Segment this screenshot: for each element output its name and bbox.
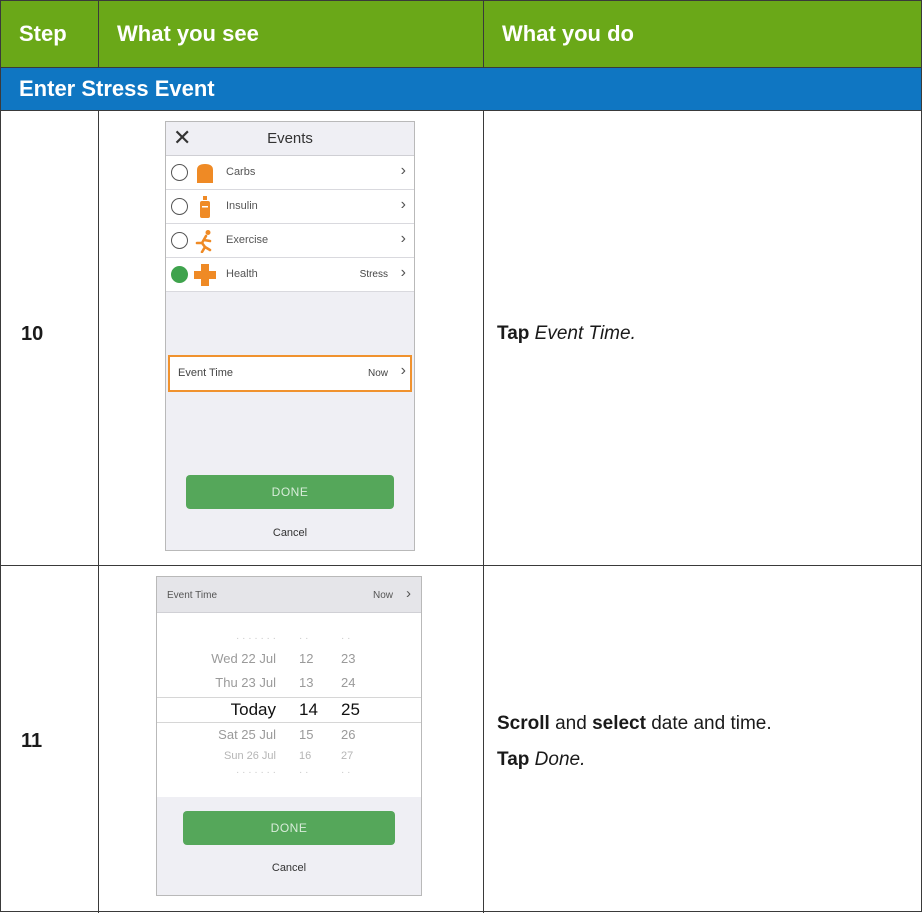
column-divider <box>483 111 484 565</box>
picker-date: Wed 22 Jul <box>211 651 276 666</box>
done-button[interactable]: DONE <box>183 811 395 845</box>
instruction-line-2: Tap Done. <box>497 742 772 778</box>
event-row-insulin[interactable]: Insulin › <box>166 190 414 224</box>
chevron-right-icon: › <box>400 196 406 213</box>
done-button[interactable]: DONE <box>186 475 394 509</box>
section-title: Enter Stress Event <box>1 67 921 111</box>
step-instruction: Scroll and select date and time. Tap Don… <box>497 706 772 778</box>
event-time-label: Event Time <box>167 590 218 601</box>
picker-date: Today <box>230 700 276 719</box>
radio-button-selected[interactable] <box>171 266 188 283</box>
picker-row-selected[interactable]: Today 14 25 <box>157 697 421 723</box>
insulin-icon <box>200 196 210 218</box>
picker-minute: 24 <box>341 675 356 690</box>
picker-row[interactable]: Sat 25 Jul 15 26 <box>157 727 421 749</box>
chevron-right-icon: › <box>406 585 411 602</box>
instruction-verb: Tap <box>497 323 530 344</box>
instruction-table: Step What you see What you do Enter Stre… <box>0 0 922 913</box>
event-label: Exercise <box>226 234 269 246</box>
step-number: 11 <box>21 730 43 752</box>
table-header: Step What you see What you do <box>1 1 921 67</box>
picker-date: Sat 25 Jul <box>218 727 276 742</box>
event-label: Insulin <box>226 200 258 212</box>
instruction-verb: Scroll <box>497 713 550 734</box>
event-row-carbs[interactable]: Carbs › <box>166 156 414 190</box>
event-time-value: Now <box>372 590 393 601</box>
header-what-you-do: What you do <box>483 1 921 67</box>
instruction-line-1: Scroll and select date and time. <box>497 706 772 742</box>
chevron-right-icon: › <box>400 362 406 379</box>
event-label: Health <box>226 268 258 280</box>
column-divider <box>98 566 99 913</box>
event-label: Carbs <box>226 166 256 178</box>
screen-title: Events <box>267 130 313 147</box>
date-time-picker[interactable]: · · · · · · · · · · · Wed 22 Jul 12 23 T… <box>157 613 421 797</box>
picker-minute: 23 <box>341 651 356 666</box>
event-time-value: Now <box>367 368 388 379</box>
header-what-you-see: What you see <box>98 1 483 67</box>
radio-button[interactable] <box>171 232 188 249</box>
event-time-screen: Event Time Now › · · · · · · · · · · · W… <box>156 576 422 896</box>
chevron-right-icon: › <box>400 162 406 179</box>
cancel-button[interactable]: Cancel <box>157 862 421 874</box>
picker-hour: 16 <box>299 750 312 762</box>
chevron-right-icon: › <box>400 264 406 281</box>
picker-minute: 26 <box>341 727 356 742</box>
picker-row[interactable]: Wed 22 Jul 12 23 <box>157 651 421 673</box>
picker-minute: 27 <box>341 750 354 762</box>
event-row-health[interactable]: Health Stress › <box>166 258 414 292</box>
events-screen: ✕ Events Carbs › Insulin › Exercise › He… <box>165 121 415 551</box>
instruction-verb: select <box>592 713 646 734</box>
health-icon <box>194 264 216 286</box>
column-divider <box>98 111 99 565</box>
event-row-exercise[interactable]: Exercise › <box>166 224 414 258</box>
picker-hour: 15 <box>299 727 314 742</box>
picker-date: Thu 23 Jul <box>215 675 276 690</box>
picker-date: Sun 26 Jul <box>224 750 276 762</box>
instruction-target: Done. <box>534 749 586 770</box>
step-instruction: Tap Event Time. <box>497 316 636 352</box>
event-time-label: Event Time <box>178 367 234 379</box>
events-title-bar: ✕ Events <box>166 122 414 156</box>
column-divider <box>483 566 484 913</box>
picker-row[interactable]: Thu 23 Jul 13 24 <box>157 675 421 697</box>
table-row: 11 Scroll and select date and time. Tap … <box>1 566 921 913</box>
radio-button[interactable] <box>171 198 188 215</box>
instruction-verb: Tap <box>497 749 530 770</box>
instruction-text: and <box>555 713 587 734</box>
picker-hour: 12 <box>299 651 314 666</box>
picker-hour: 14 <box>299 700 318 719</box>
table-row: 10 Tap Event Time. <box>1 111 921 566</box>
picker-row-faded: · · · · · · · · · · · <box>236 767 351 778</box>
step-number: 10 <box>21 323 44 345</box>
picker-hour: 13 <box>299 675 314 690</box>
exercise-icon <box>195 230 212 253</box>
chevron-right-icon: › <box>400 230 406 247</box>
event-value: Stress <box>359 269 388 280</box>
event-time-header[interactable]: Event Time Now › <box>157 577 421 613</box>
radio-button[interactable] <box>171 164 188 181</box>
picker-minute: 25 <box>341 700 360 719</box>
header-step: Step <box>19 21 67 46</box>
instruction-target: Event Time. <box>534 323 636 344</box>
instruction-text: date and time. <box>651 713 772 734</box>
cancel-button[interactable]: Cancel <box>166 527 414 539</box>
carbs-icon <box>197 164 213 183</box>
event-time-row[interactable]: Event Time Now › <box>168 355 412 392</box>
